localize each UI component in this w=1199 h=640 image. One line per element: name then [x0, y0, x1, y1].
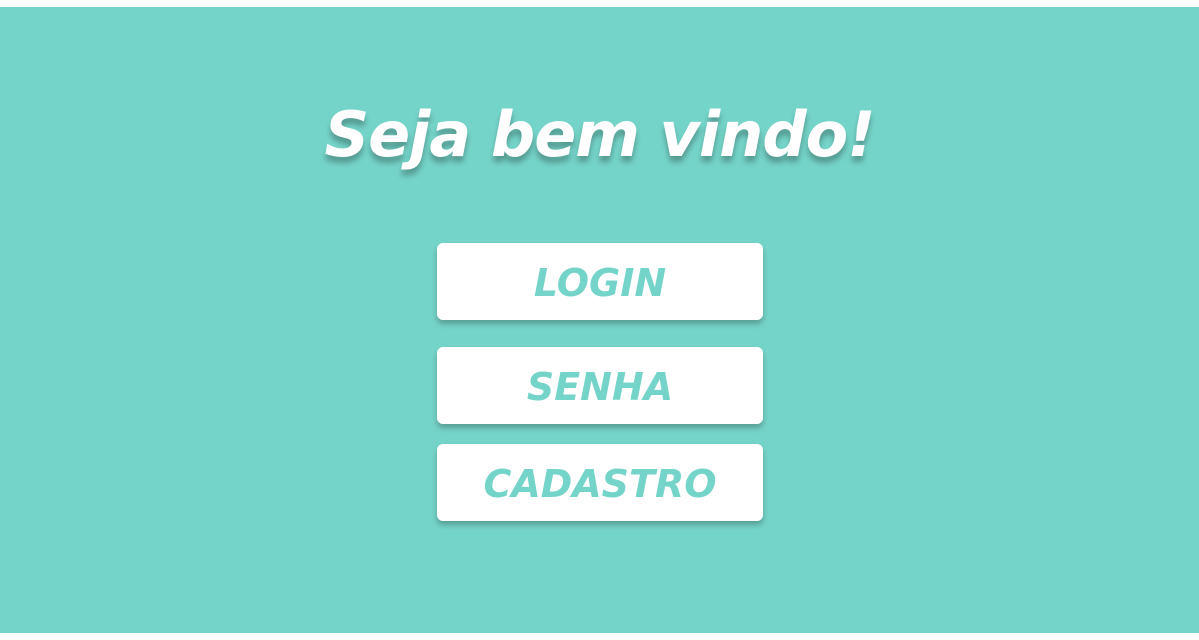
page-title: Seja bem vindo!: [324, 98, 875, 171]
login-button[interactable]: LOGIN: [437, 243, 763, 320]
welcome-screen: Seja bem vindo! LOGIN SENHA CADASTRO: [0, 7, 1199, 633]
senha-button[interactable]: SENHA: [437, 347, 763, 424]
cadastro-button[interactable]: CADASTRO: [437, 444, 763, 521]
